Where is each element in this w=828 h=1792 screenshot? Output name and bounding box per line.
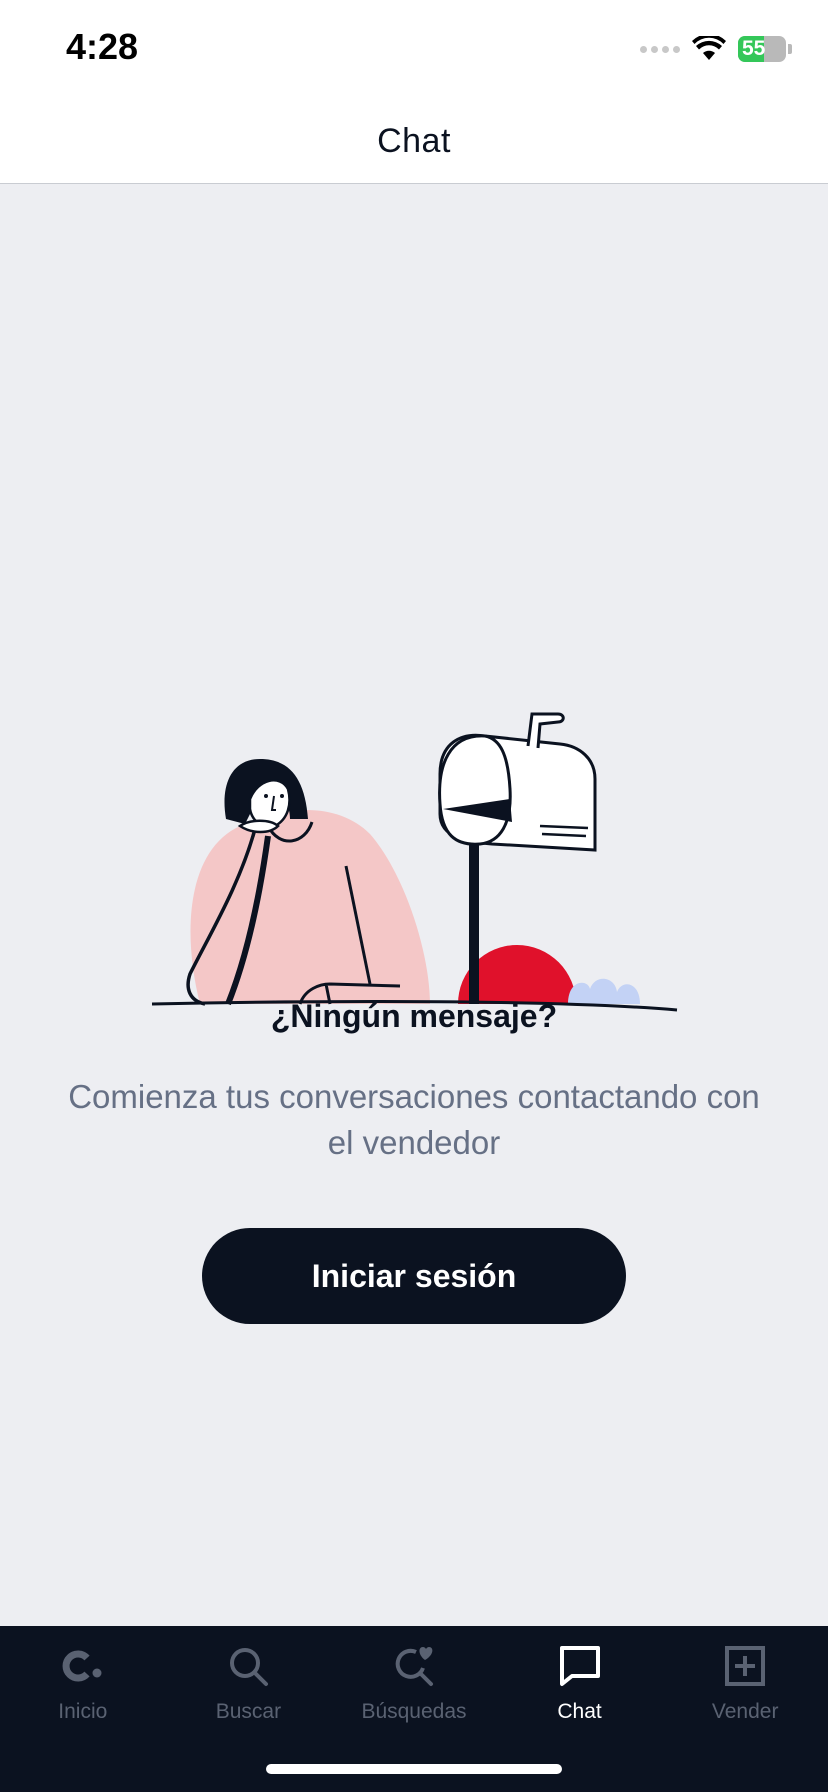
tab-bar: Inicio Buscar Búsquedas Chat Vender bbox=[0, 1626, 828, 1792]
saved-search-heart-icon bbox=[395, 1647, 433, 1686]
empty-state-subtitle: Comienza tus conversaciones contactando … bbox=[68, 1078, 760, 1161]
tab-label-buscar: Buscar bbox=[215, 1700, 282, 1723]
wifi-icon bbox=[692, 36, 726, 60]
empty-state-title: ¿Ningún mensaje? bbox=[270, 998, 558, 1034]
signal-dots-icon bbox=[640, 45, 680, 53]
tab-label-chat: Chat bbox=[557, 1700, 602, 1723]
nav-header: Chat bbox=[0, 100, 828, 184]
chat-bubble-icon bbox=[559, 1646, 600, 1686]
tab-vender[interactable]: Vender bbox=[662, 1626, 828, 1792]
login-button[interactable]: Iniciar sesión bbox=[202, 1228, 626, 1324]
status-icons: 55 bbox=[640, 34, 792, 64]
battery-percent: 55 bbox=[742, 37, 766, 60]
tab-label-vender: Vender bbox=[711, 1700, 779, 1723]
status-bar: 4:28 55 bbox=[0, 0, 828, 100]
tab-inicio[interactable]: Inicio bbox=[0, 1626, 166, 1792]
chat-empty-state: ¿Ningún mensaje? Comienza tus conversaci… bbox=[0, 184, 828, 1626]
logo-icon bbox=[62, 1650, 102, 1682]
status-time: 4:28 bbox=[66, 26, 139, 67]
page-title: Chat bbox=[377, 122, 451, 160]
tab-label-inicio: Inicio bbox=[58, 1700, 108, 1723]
search-icon bbox=[230, 1648, 269, 1686]
person-waiting-mailbox-illustration bbox=[151, 712, 678, 1012]
tab-label-busquedas: Búsquedas bbox=[361, 1700, 467, 1723]
home-indicator bbox=[266, 1764, 562, 1774]
battery-icon: 55 bbox=[738, 36, 792, 62]
plus-square-icon bbox=[725, 1646, 766, 1686]
